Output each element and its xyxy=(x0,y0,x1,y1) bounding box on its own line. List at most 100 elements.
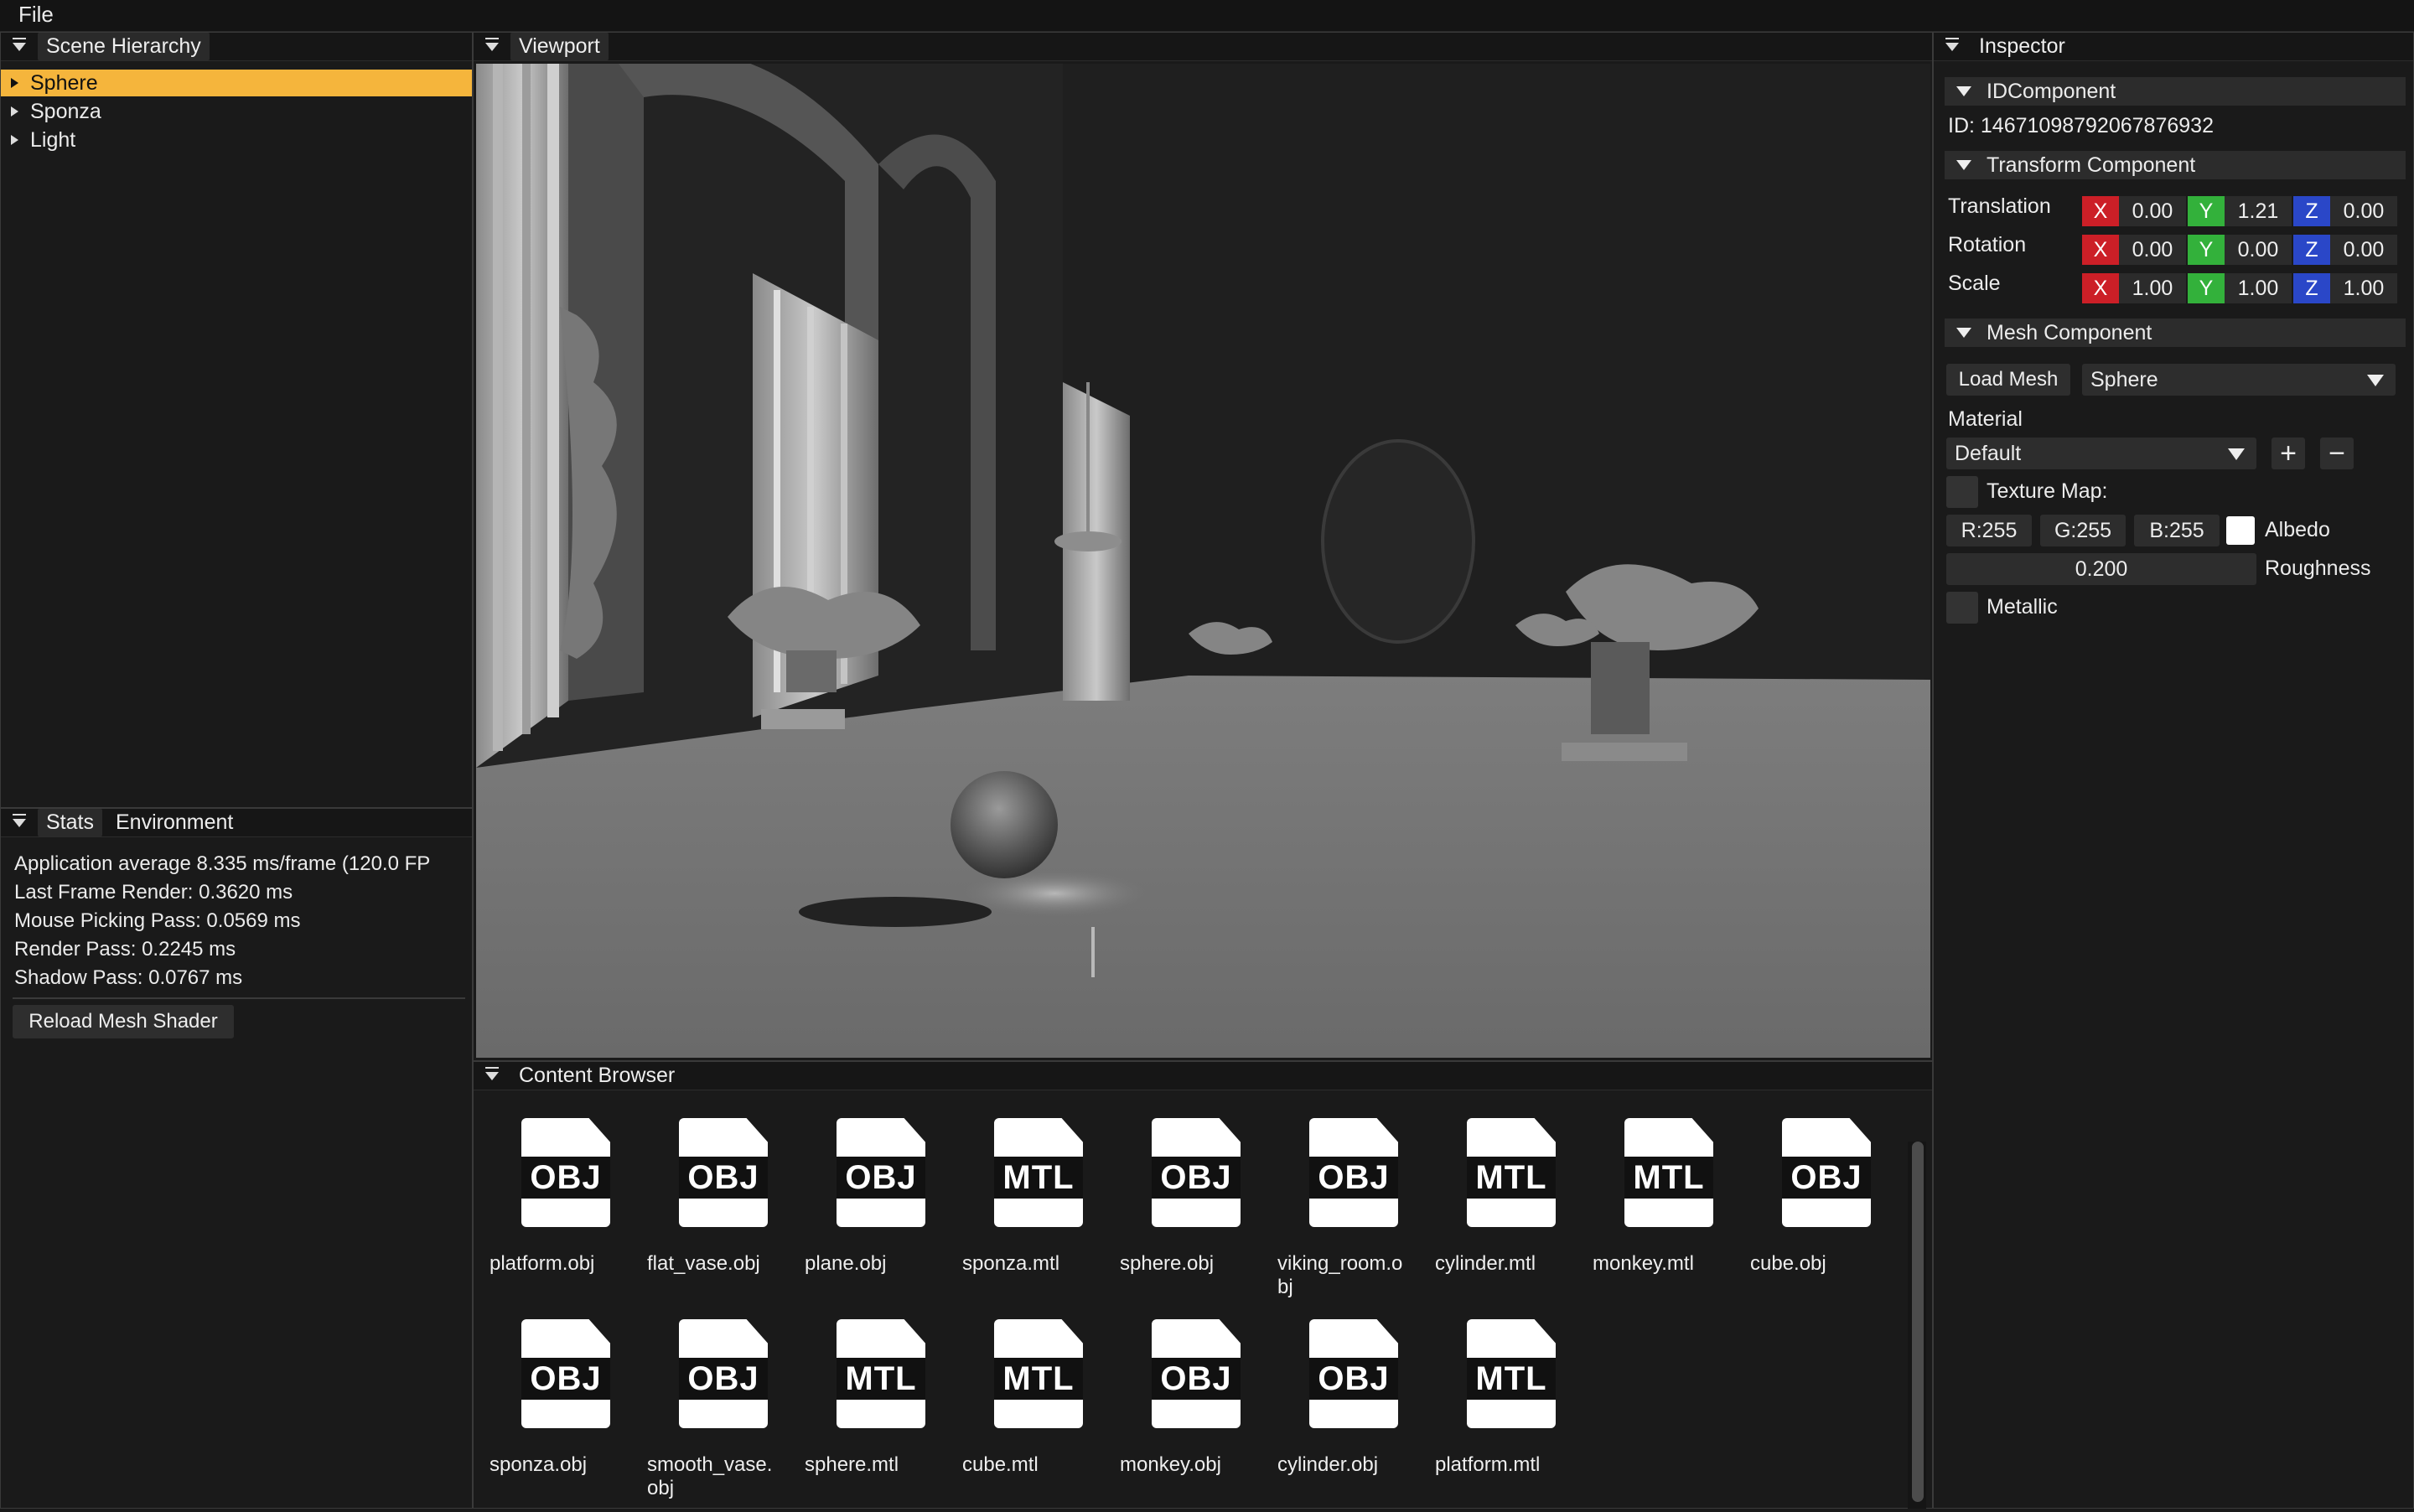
file-type-label: OBJ xyxy=(1782,1157,1871,1199)
mesh-component-header[interactable]: Mesh Component xyxy=(1945,318,2406,347)
translation-z-field[interactable]: 0.00 xyxy=(2330,196,2397,226)
tree-item-sponza[interactable]: Sponza xyxy=(1,98,472,125)
albedo-color-swatch[interactable] xyxy=(2226,516,2255,545)
expand-arrow-icon[interactable] xyxy=(11,135,18,145)
file-name: smooth_vase.obj xyxy=(647,1453,773,1499)
file-item[interactable]: OBJ plane.obj xyxy=(805,1118,956,1311)
tab-scene-hierarchy[interactable]: Scene Hierarchy xyxy=(38,33,210,60)
add-material-button[interactable]: + xyxy=(2272,438,2305,469)
translation-x-axis[interactable]: X xyxy=(2082,196,2119,226)
rotation-z-axis[interactable]: Z xyxy=(2293,235,2330,265)
scale-x-field[interactable]: 1.00 xyxy=(2119,273,2186,303)
tab-viewport[interactable]: Viewport xyxy=(510,33,609,60)
tab-stats[interactable]: Stats xyxy=(38,809,102,836)
window-menu-icon[interactable] xyxy=(485,37,499,51)
mesh-select-value: Sphere xyxy=(2090,367,2158,391)
file-item[interactable]: MTL cylinder.mtl xyxy=(1435,1118,1586,1311)
albedo-b-field[interactable]: B:255 xyxy=(2134,515,2220,546)
file-item[interactable]: OBJ flat_vase.obj xyxy=(647,1118,798,1311)
scale-y-field[interactable]: 1.00 xyxy=(2225,273,2292,303)
roughness-slider[interactable]: 0.200 xyxy=(1946,553,2256,585)
translation-y-axis[interactable]: Y xyxy=(2188,196,2225,226)
file-item[interactable]: MTL sponza.mtl xyxy=(962,1118,1113,1311)
file-item[interactable]: OBJ cube.obj xyxy=(1750,1118,1901,1311)
file-obj-icon: OBJ xyxy=(1152,1319,1241,1428)
rotation-y-field[interactable]: 0.00 xyxy=(2225,235,2292,265)
material-select[interactable]: Default xyxy=(1946,438,2256,469)
viewport-render[interactable] xyxy=(476,64,1930,1058)
file-name: flat_vase.obj xyxy=(647,1252,760,1275)
file-mtl-icon: MTL xyxy=(994,1319,1083,1428)
file-name: cube.mtl xyxy=(962,1453,1039,1476)
albedo-r-field[interactable]: R:255 xyxy=(1946,515,2032,546)
file-item[interactable]: OBJ sphere.obj xyxy=(1120,1118,1271,1311)
file-item[interactable]: OBJ monkey.obj xyxy=(1120,1319,1271,1512)
scale-z-field[interactable]: 1.00 xyxy=(2330,273,2397,303)
tab-environment[interactable]: Environment xyxy=(107,809,241,836)
tree-item-label: Sphere xyxy=(30,70,98,95)
rotation-x-axis[interactable]: X xyxy=(2082,235,2119,265)
content-browser-tabbar: Content Browser xyxy=(474,1062,1932,1090)
file-name: cylinder.obj xyxy=(1277,1453,1379,1476)
load-mesh-button[interactable]: Load Mesh xyxy=(1946,364,2070,396)
tree-item-sphere[interactable]: Sphere xyxy=(1,70,472,96)
texture-map-checkbox[interactable] xyxy=(1946,476,1978,508)
rotation-x-field[interactable]: 0.00 xyxy=(2119,235,2186,265)
window-menu-icon[interactable] xyxy=(13,37,26,51)
metallic-checkbox[interactable] xyxy=(1946,592,1978,624)
translation-y-field[interactable]: 1.21 xyxy=(2225,196,2292,226)
file-name: platform.mtl xyxy=(1435,1453,1541,1476)
file-type-label: OBJ xyxy=(521,1358,610,1400)
expand-arrow-icon[interactable] xyxy=(11,106,18,117)
file-item[interactable]: OBJ viking_room.obj xyxy=(1277,1118,1428,1311)
file-obj-icon: OBJ xyxy=(679,1118,768,1227)
section-title: Mesh Component xyxy=(1987,320,2152,344)
translation-z-axis[interactable]: Z xyxy=(2293,196,2330,226)
file-menu[interactable]: File xyxy=(18,2,54,28)
stat-shadow-pass: Shadow Pass: 0.0767 ms xyxy=(14,966,243,989)
scale-y-axis[interactable]: Y xyxy=(2188,273,2225,303)
collapse-arrow-icon[interactable] xyxy=(1956,160,1971,170)
translation-x-field[interactable]: 0.00 xyxy=(2119,196,2186,226)
file-type-label: MTL xyxy=(1467,1157,1556,1199)
transform-component-header[interactable]: Transform Component xyxy=(1945,151,2406,179)
file-type-label: MTL xyxy=(994,1358,1083,1400)
collapse-arrow-icon[interactable] xyxy=(1956,328,1971,338)
id-component-header[interactable]: IDComponent xyxy=(1945,77,2406,106)
file-item[interactable]: MTL monkey.mtl xyxy=(1593,1118,1743,1311)
window-menu-icon[interactable] xyxy=(13,813,26,827)
window-menu-icon[interactable] xyxy=(1945,37,1959,51)
albedo-g-field[interactable]: G:255 xyxy=(2040,515,2126,546)
tab-content-browser[interactable]: Content Browser xyxy=(510,1062,683,1090)
section-title: IDComponent xyxy=(1987,79,2116,103)
file-type-label: MTL xyxy=(1624,1157,1713,1199)
file-item[interactable]: OBJ cylinder.obj xyxy=(1277,1319,1428,1512)
material-select-value: Default xyxy=(1955,441,2022,465)
file-item[interactable]: OBJ platform.obj xyxy=(490,1118,640,1311)
collapse-arrow-icon[interactable] xyxy=(1956,86,1971,96)
expand-arrow-icon[interactable] xyxy=(11,78,18,88)
rotation-y-axis[interactable]: Y xyxy=(2188,235,2225,265)
tab-inspector[interactable]: Inspector xyxy=(1971,33,2074,60)
file-item[interactable]: MTL cube.mtl xyxy=(962,1319,1113,1512)
divider xyxy=(13,997,465,999)
file-mtl-icon: MTL xyxy=(1624,1118,1713,1227)
rotation-z-field[interactable]: 0.00 xyxy=(2330,235,2397,265)
scale-z-axis[interactable]: Z xyxy=(2293,273,2330,303)
file-type-label: MTL xyxy=(1467,1358,1556,1400)
scrollbar-thumb[interactable] xyxy=(1912,1142,1924,1502)
file-item[interactable]: OBJ sponza.obj xyxy=(490,1319,640,1512)
scale-x-axis[interactable]: X xyxy=(2082,273,2119,303)
remove-material-button[interactable]: − xyxy=(2320,438,2354,469)
file-item[interactable]: MTL platform.mtl xyxy=(1435,1319,1586,1512)
file-type-label: MTL xyxy=(994,1157,1083,1199)
reload-mesh-shader-button[interactable]: Reload Mesh Shader xyxy=(13,1005,234,1038)
file-mtl-icon: MTL xyxy=(1467,1319,1556,1428)
window-menu-icon[interactable] xyxy=(485,1066,499,1080)
file-item[interactable]: MTL sphere.mtl xyxy=(805,1319,956,1512)
file-obj-icon: OBJ xyxy=(521,1319,610,1428)
mesh-select[interactable]: Sphere xyxy=(2082,364,2396,396)
file-mtl-icon: MTL xyxy=(1467,1118,1556,1227)
file-item[interactable]: OBJ smooth_vase.obj xyxy=(647,1319,798,1512)
tree-item-light[interactable]: Light xyxy=(1,127,472,153)
